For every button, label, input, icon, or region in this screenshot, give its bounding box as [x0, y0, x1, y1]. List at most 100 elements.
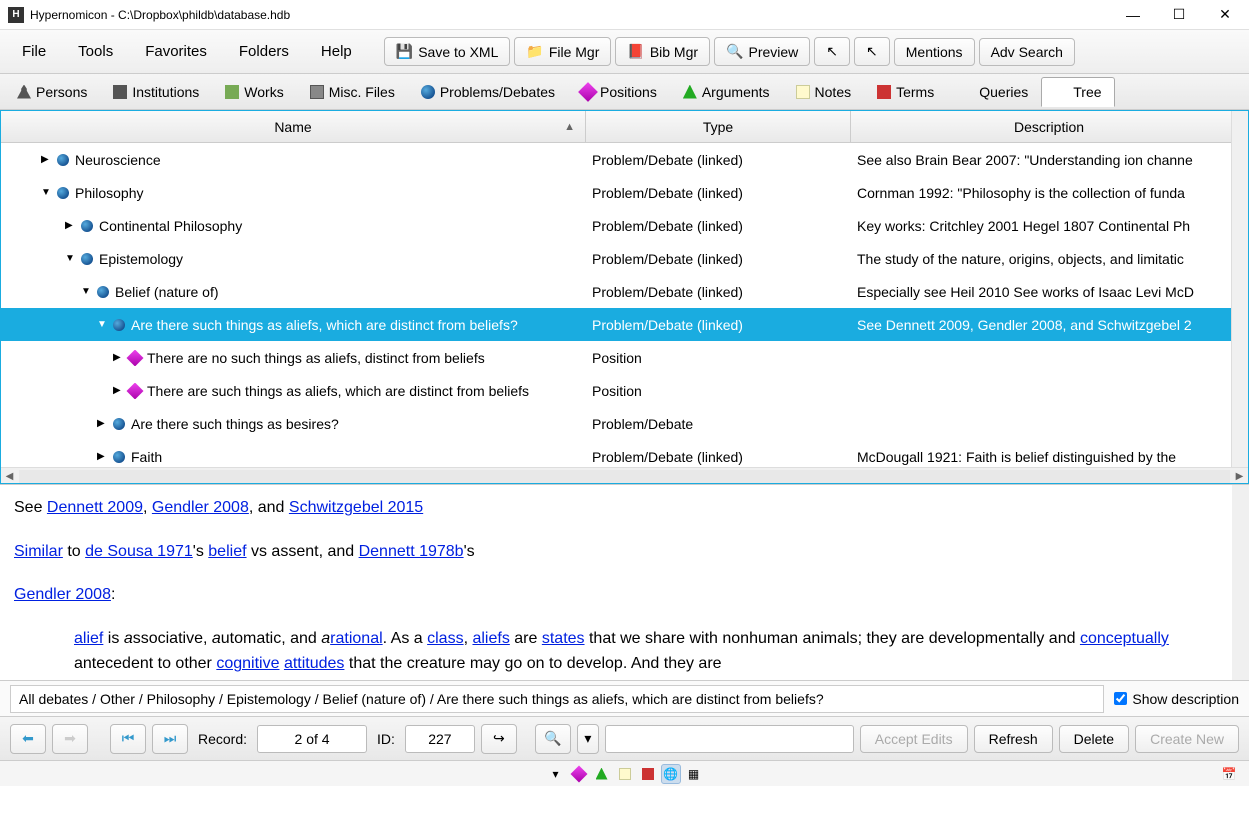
status-position-icon[interactable] — [569, 764, 589, 784]
link-conceptually[interactable]: conceptually — [1080, 630, 1169, 647]
nav-first-button[interactable]: ⏮ — [110, 724, 146, 754]
tab-tree[interactable]: Tree — [1041, 77, 1114, 107]
expander-icon[interactable]: ▶ — [65, 220, 77, 231]
tab-arguments[interactable]: Arguments — [670, 77, 783, 107]
save-xml-button[interactable]: 💾Save to XML — [384, 37, 511, 66]
nav-back-button[interactable]: ⬅ — [10, 724, 46, 754]
pointer-a-button[interactable]: ↖ — [814, 37, 850, 66]
link-schwitzgebel-2015[interactable]: Schwitzgebel 2015 — [289, 499, 423, 516]
search-input[interactable] — [605, 725, 854, 753]
link-class[interactable]: class — [427, 630, 463, 647]
expander-icon[interactable]: ▼ — [81, 286, 93, 297]
link-alief[interactable]: alief — [74, 630, 103, 647]
link-aliefs[interactable]: aliefs — [472, 630, 509, 647]
expander-icon[interactable]: ▼ — [97, 319, 109, 330]
status-term-icon[interactable] — [638, 764, 658, 784]
tab-persons[interactable]: Persons — [4, 77, 100, 107]
scroll-right-icon[interactable]: ▶ — [1231, 468, 1248, 485]
tree-row[interactable]: ▶FaithProblem/Debate (linked)McDougall 1… — [1, 440, 1248, 467]
status-panel-icon[interactable]: ▦ — [684, 764, 704, 784]
expander-icon[interactable]: ▼ — [41, 187, 53, 198]
menu-file[interactable]: File — [8, 37, 60, 66]
column-header-description[interactable]: Description — [851, 111, 1248, 142]
link-dennett-2009[interactable]: Dennett 2009 — [47, 499, 143, 516]
link-gendler-2008b[interactable]: Gendler 2008 — [14, 586, 111, 603]
goto-button[interactable]: ↪ — [481, 724, 517, 754]
breadcrumb-input[interactable] — [10, 685, 1104, 713]
tab-positions[interactable]: Positions — [568, 77, 670, 107]
close-button[interactable]: ✕ — [1213, 3, 1237, 27]
scroll-left-icon[interactable]: ◀ — [1, 468, 18, 485]
nav-forward-button[interactable]: ➡ — [52, 724, 88, 754]
bib-mgr-button[interactable]: 📕Bib Mgr — [615, 37, 710, 66]
status-argument-icon[interactable] — [592, 764, 612, 784]
expander-icon[interactable]: ▼ — [65, 253, 77, 264]
column-header-type[interactable]: Type — [586, 111, 851, 142]
tree-row[interactable]: ▼PhilosophyProblem/Debate (linked)Cornma… — [1, 176, 1248, 209]
tree-row[interactable]: ▶Are there such things as besires?Proble… — [1, 407, 1248, 440]
preview-button[interactable]: 🔍Preview — [714, 37, 810, 66]
link-rational[interactable]: rational — [330, 630, 382, 647]
tree-row[interactable]: ▼EpistemologyProblem/Debate (linked)The … — [1, 242, 1248, 275]
menu-tools[interactable]: Tools — [64, 37, 127, 66]
link-gendler-2008[interactable]: Gendler 2008 — [152, 499, 249, 516]
tree-row[interactable]: ▼Are there such things as aliefs, which … — [1, 308, 1248, 341]
search-dropdown-button[interactable]: ▾ — [577, 724, 599, 754]
tab-works[interactable]: Works — [212, 77, 296, 107]
tab-queries[interactable]: Queries — [947, 77, 1041, 107]
menu-help[interactable]: Help — [307, 37, 366, 66]
vertical-scrollbar[interactable] — [1231, 111, 1248, 467]
node-icon — [57, 154, 69, 166]
description-scrollbar[interactable] — [1232, 485, 1249, 680]
id-label: ID: — [377, 731, 395, 747]
minimize-button[interactable]: — — [1121, 3, 1145, 27]
node-icon — [127, 350, 144, 366]
column-header-name[interactable]: Name▲ — [1, 111, 586, 142]
link-belief[interactable]: belief — [208, 543, 246, 560]
tree-node-type: Problem/Debate (linked) — [586, 152, 851, 168]
link-de-sousa-1971[interactable]: de Sousa 1971 — [85, 543, 193, 560]
expander-icon[interactable]: ▶ — [41, 154, 53, 165]
pointer-b-button[interactable]: ↖ — [854, 37, 890, 66]
link-cognitive[interactable]: cognitive — [216, 655, 279, 672]
expander-icon[interactable]: ▶ — [97, 418, 109, 429]
show-description-checkbox[interactable]: Show description — [1114, 691, 1239, 707]
status-globe-icon[interactable]: 🌐 — [661, 764, 681, 784]
green-icon — [683, 85, 697, 99]
record-input[interactable] — [257, 725, 367, 753]
menu-folders[interactable]: Folders — [225, 37, 303, 66]
refresh-button[interactable]: Refresh — [974, 725, 1053, 753]
horizontal-scrollbar[interactable]: ◀ ▶ — [1, 467, 1248, 484]
tab-institutions[interactable]: Institutions — [100, 77, 212, 107]
tab-misc-files[interactable]: Misc. Files — [297, 77, 408, 107]
search-button[interactable]: 🔍 — [535, 724, 571, 754]
expander-icon[interactable]: ▶ — [113, 385, 125, 396]
expander-icon[interactable]: ▶ — [113, 352, 125, 363]
status-calendar-icon[interactable]: 📅 — [1219, 764, 1239, 784]
nav-last-button[interactable]: ⏭ — [152, 724, 188, 754]
tree-row[interactable]: ▶There are no such things as aliefs, dis… — [1, 341, 1248, 374]
link-attitudes[interactable]: attitudes — [284, 655, 344, 672]
link-states[interactable]: states — [542, 630, 585, 647]
delete-button[interactable]: Delete — [1059, 725, 1129, 753]
status-dropdown-icon[interactable]: ▾ — [546, 764, 566, 784]
id-input[interactable] — [405, 725, 475, 753]
maximize-button[interactable]: ☐ — [1167, 3, 1191, 27]
create-new-button[interactable]: Create New — [1135, 725, 1239, 753]
status-note-icon[interactable] — [615, 764, 635, 784]
tab-problems-debates[interactable]: Problems/Debates — [408, 77, 568, 107]
expander-icon[interactable]: ▶ — [97, 451, 109, 462]
tree-row[interactable]: ▶NeuroscienceProblem/Debate (linked)See … — [1, 143, 1248, 176]
link-dennett-1978b[interactable]: Dennett 1978b — [359, 543, 464, 560]
tab-notes[interactable]: Notes — [783, 77, 865, 107]
link-similar[interactable]: Similar — [14, 543, 63, 560]
accept-edits-button[interactable]: Accept Edits — [860, 725, 968, 753]
adv-search-button[interactable]: Adv Search — [979, 38, 1075, 66]
tree-row[interactable]: ▼Belief (nature of)Problem/Debate (linke… — [1, 275, 1248, 308]
tree-row[interactable]: ▶Continental PhilosophyProblem/Debate (l… — [1, 209, 1248, 242]
menu-favorites[interactable]: Favorites — [131, 37, 221, 66]
file-mgr-button[interactable]: 📁File Mgr — [514, 37, 611, 66]
tree-row[interactable]: ▶There are such things as aliefs, which … — [1, 374, 1248, 407]
mentions-button[interactable]: Mentions — [894, 38, 975, 66]
tab-terms[interactable]: Terms — [864, 77, 947, 107]
